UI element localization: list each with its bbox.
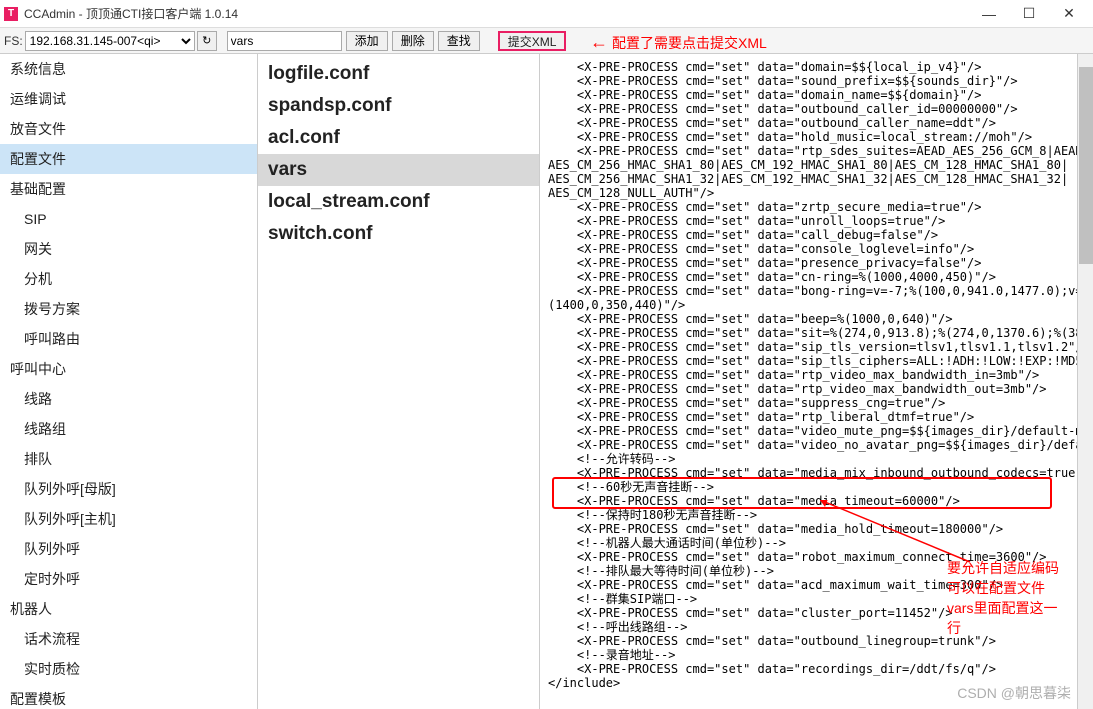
watermark: CSDN @朝思暮柒 <box>957 683 1071 703</box>
sidebar-item-20[interactable]: 实时质检 <box>0 654 257 684</box>
sidebar-item-16[interactable]: 队列外呼 <box>0 534 257 564</box>
sidebar-item-0[interactable]: 系统信息 <box>0 54 257 84</box>
sidebar-item-18[interactable]: 机器人 <box>0 594 257 624</box>
titlebar: T CCAdmin - 顶顶通CTI接口客户端 1.0.14 — ☐ ✕ <box>0 0 1093 28</box>
sidebar-item-10[interactable]: 呼叫中心 <box>0 354 257 384</box>
minimize-button[interactable]: — <box>969 2 1009 26</box>
sidebar-item-2[interactable]: 放音文件 <box>0 114 257 144</box>
sidebar-item-9[interactable]: 呼叫路由 <box>0 324 257 354</box>
submit-xml-button[interactable]: 提交XML <box>498 31 567 51</box>
sidebar-item-5[interactable]: SIP <box>0 204 257 234</box>
find-button[interactable]: 查找 <box>438 31 480 51</box>
file-item-2[interactable]: acl.conf <box>258 122 539 154</box>
search-input[interactable] <box>227 31 342 51</box>
annotation-top-text: 配置了需要点击提交XML <box>612 33 767 53</box>
file-item-4[interactable]: local_stream.conf <box>258 186 539 218</box>
sidebar-item-15[interactable]: 队列外呼[主机] <box>0 504 257 534</box>
sidebar-item-21[interactable]: 配置模板 <box>0 684 257 709</box>
sidebar-item-3[interactable]: 配置文件 <box>0 144 257 174</box>
fs-select[interactable]: 192.168.31.145-007<qi> <box>25 31 195 51</box>
refresh-button[interactable]: ↻ <box>197 31 217 51</box>
file-item-3[interactable]: vars <box>258 154 539 186</box>
add-button[interactable]: 添加 <box>346 31 388 51</box>
scrollbar-vertical[interactable] <box>1077 54 1093 709</box>
arrow-left-icon: ← <box>590 32 608 53</box>
sidebar-item-8[interactable]: 拨号方案 <box>0 294 257 324</box>
sidebar-item-4[interactable]: 基础配置 <box>0 174 257 204</box>
file-item-0[interactable]: logfile.conf <box>258 58 539 90</box>
app-icon: T <box>4 7 18 21</box>
sidebar-item-19[interactable]: 话术流程 <box>0 624 257 654</box>
file-item-5[interactable]: switch.conf <box>258 218 539 250</box>
sidebar-item-6[interactable]: 网关 <box>0 234 257 264</box>
main-area: 系统信息运维调试放音文件配置文件基础配置SIP网关分机拨号方案呼叫路由呼叫中心线… <box>0 54 1093 709</box>
annotation-right: 要允许自适应编码可以在配置文件vars里面配置这一行 <box>947 558 1067 638</box>
file-item-1[interactable]: spandsp.conf <box>258 90 539 122</box>
sidebar-item-12[interactable]: 线路组 <box>0 414 257 444</box>
sidebar: 系统信息运维调试放音文件配置文件基础配置SIP网关分机拨号方案呼叫路由呼叫中心线… <box>0 54 258 709</box>
sidebar-item-13[interactable]: 排队 <box>0 444 257 474</box>
sidebar-item-7[interactable]: 分机 <box>0 264 257 294</box>
sidebar-item-14[interactable]: 队列外呼[母版] <box>0 474 257 504</box>
window-title: CCAdmin - 顶顶通CTI接口客户端 1.0.14 <box>24 5 969 22</box>
close-button[interactable]: ✕ <box>1049 2 1089 26</box>
sidebar-item-11[interactable]: 线路 <box>0 384 257 414</box>
toolbar: FS: 192.168.31.145-007<qi> ↻ 添加 删除 查找 提交… <box>0 28 1093 54</box>
filelist: logfile.confspandsp.confacl.confvarsloca… <box>258 54 540 709</box>
window-controls: — ☐ ✕ <box>969 2 1089 26</box>
sidebar-item-1[interactable]: 运维调试 <box>0 84 257 114</box>
delete-button[interactable]: 删除 <box>392 31 434 51</box>
fs-label: FS: <box>4 34 23 48</box>
maximize-button[interactable]: ☐ <box>1009 2 1049 26</box>
sidebar-item-17[interactable]: 定时外呼 <box>0 564 257 594</box>
scrollbar-thumb[interactable] <box>1079 67 1093 264</box>
annotation-top: ← 配置了需要点击提交XML <box>590 32 767 53</box>
